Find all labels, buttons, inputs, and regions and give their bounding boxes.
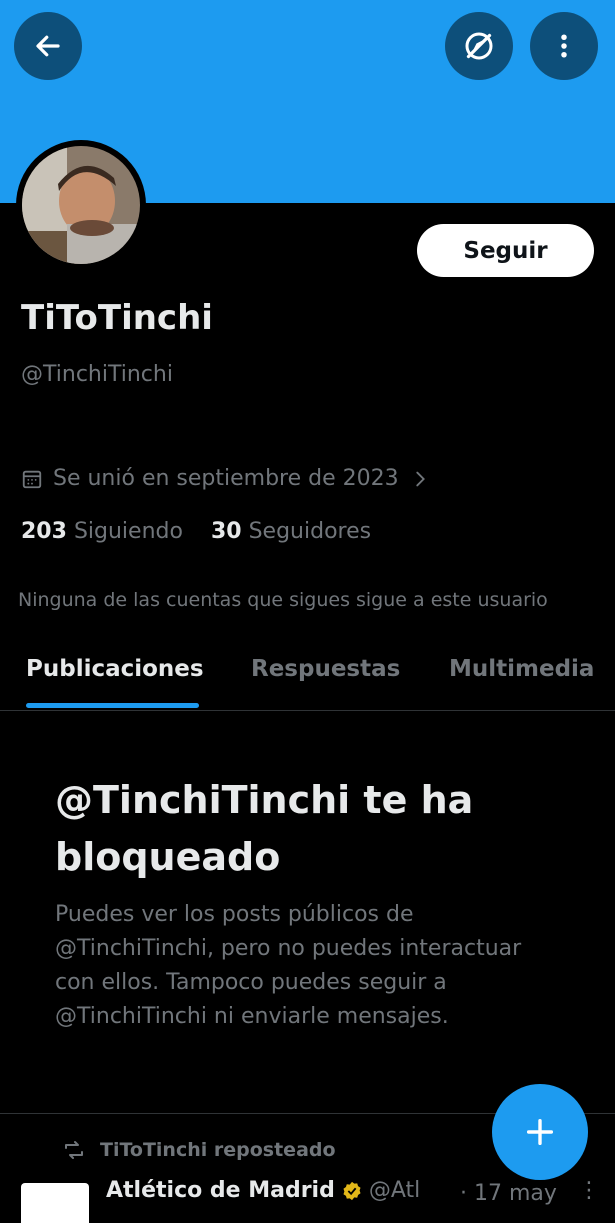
back-button[interactable] (14, 12, 82, 80)
repost-indicator: TiToTinchi reposteado (62, 1138, 336, 1162)
avatar-image (22, 146, 140, 264)
compass-slash-icon (465, 32, 493, 60)
more-options-button[interactable] (530, 12, 598, 80)
tab-respuestas[interactable]: Respuestas (251, 656, 400, 682)
repost-icon (65, 1141, 83, 1159)
post-author-handle: @Atl (368, 1178, 421, 1203)
calendar-icon (22, 470, 42, 488)
compose-post-button[interactable] (492, 1084, 588, 1180)
active-tab-indicator (26, 703, 199, 708)
followers-link[interactable]: 30 Seguidores (211, 519, 371, 544)
profile-handle: @TinchiTinchi (21, 362, 173, 387)
verified-badge-icon (343, 1181, 361, 1200)
joined-label: Se unió en septiembre de 2023 (53, 466, 399, 491)
post-date: · 17 may (460, 1181, 557, 1206)
discover-button[interactable] (445, 12, 513, 80)
post-more-icon[interactable]: ⋮ (578, 1178, 600, 1203)
post-author-name: Atlético de Madrid (106, 1178, 335, 1203)
tab-publicaciones[interactable]: Publicaciones (26, 656, 204, 682)
more-vertical-icon (561, 34, 567, 58)
repost-label: TiToTinchi reposteado (100, 1139, 336, 1161)
joined-date[interactable]: Se unió en septiembre de 2023 (21, 466, 431, 491)
profile-name: TiToTinchi (21, 298, 213, 338)
post-author-avatar[interactable] (21, 1183, 89, 1223)
arrow-left-icon (36, 35, 60, 57)
profile-tabs: Publicaciones Respuestas Multimedia (0, 650, 615, 711)
tab-multimedia[interactable]: Multimedia (449, 656, 594, 682)
chevron-right-icon (415, 471, 425, 486)
blocked-message: Puedes ver los posts públicos de @Tinchi… (55, 902, 522, 1029)
avatar[interactable] (16, 140, 146, 270)
following-link[interactable]: 203 Siguiendo (21, 519, 183, 544)
mutual-followers-note: Ninguna de las cuentas que sigues sigue … (18, 589, 548, 611)
profile-stats: 203 Siguiendo 30 Seguidores (21, 519, 371, 544)
blocked-title: @TinchiTinchi te ha bloqueado (55, 778, 474, 879)
plus-icon (526, 1118, 554, 1146)
post-author[interactable]: Atlético de Madrid @Atl (106, 1178, 420, 1203)
follow-button[interactable]: Seguir (417, 224, 594, 277)
